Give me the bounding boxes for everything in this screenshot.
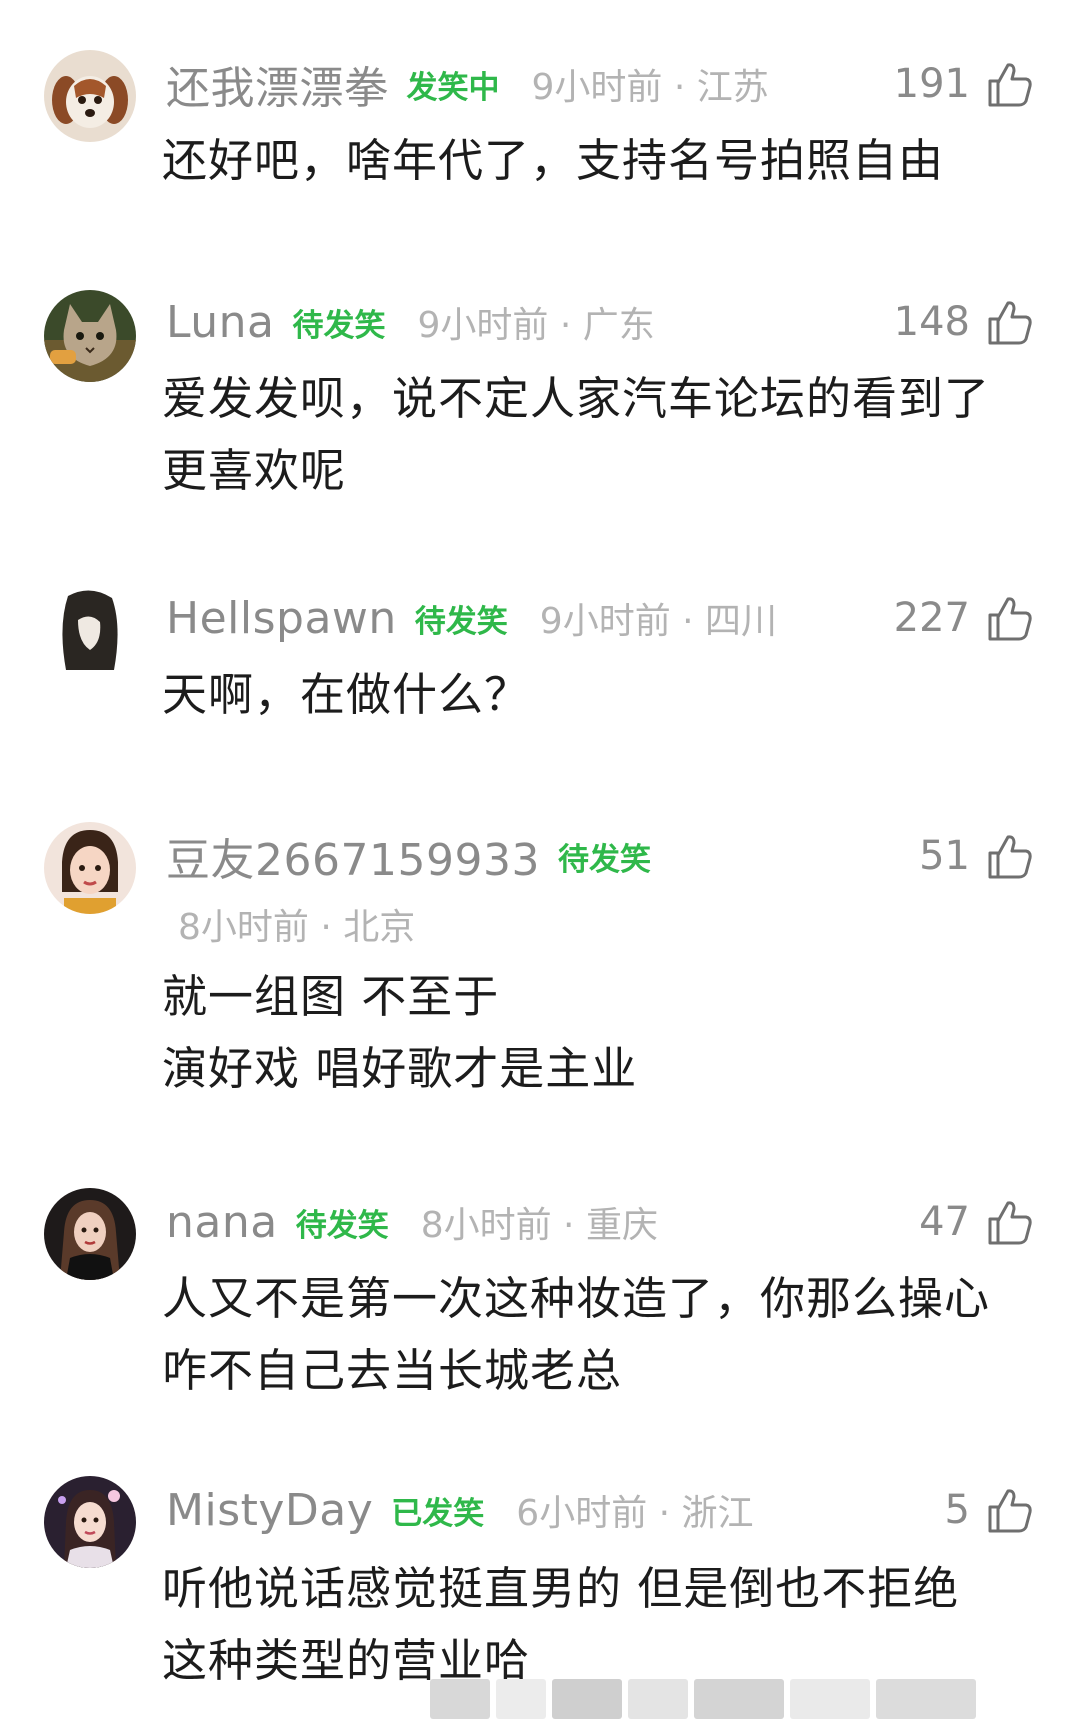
username[interactable]: 豆友2667159933 bbox=[166, 824, 540, 888]
comment-text: 爱发发呗，说不定人家汽车论坛的看到了 bbox=[162, 372, 991, 425]
like-count: 47 bbox=[919, 1199, 970, 1245]
username[interactable]: Hellspawn bbox=[166, 593, 397, 644]
thumbs-up-icon[interactable] bbox=[984, 1197, 1034, 1247]
like-button[interactable]: 191 bbox=[894, 54, 1034, 114]
status-badge: 待发笑 bbox=[292, 307, 386, 344]
username[interactable]: 还我漂漂拳 bbox=[166, 52, 389, 116]
thumbs-up-icon[interactable] bbox=[984, 831, 1034, 881]
like-button[interactable]: 227 bbox=[894, 588, 1034, 648]
cat-avatar-icon[interactable] bbox=[44, 290, 136, 382]
comment-text: 天啊，在做什么？ bbox=[162, 668, 531, 721]
comment-text: 人又不是第一次这种妆造了，你那么操心 bbox=[162, 1272, 991, 1325]
comment-meta: 还我漂漂拳 发笑中 9小时前 · 江苏 bbox=[166, 54, 769, 114]
blurred-overlay-strip bbox=[430, 1676, 1050, 1722]
status-badge: 待发笑 bbox=[557, 841, 651, 878]
comment-meta: MistyDay 已发笑 6小时前 · 浙江 bbox=[166, 1480, 754, 1540]
comment-text: 咋不自己去当长城老总 bbox=[162, 1344, 623, 1397]
status-badge: 待发笑 bbox=[414, 603, 508, 640]
status-badge: 发笑中 bbox=[406, 69, 500, 106]
username[interactable]: Luna bbox=[166, 297, 274, 348]
time-location: 9小时前 · 江苏 bbox=[531, 67, 769, 108]
status-badge: 待发笑 bbox=[295, 1207, 389, 1244]
comment-meta: 豆友2667159933 待发笑 bbox=[166, 826, 651, 886]
like-button[interactable]: 51 bbox=[919, 826, 1034, 886]
status-badge: 已发笑 bbox=[391, 1495, 485, 1532]
time-location: 9小时前 · 广东 bbox=[417, 305, 655, 346]
comment-text: 更喜欢呢 bbox=[162, 444, 347, 497]
like-button[interactable]: 5 bbox=[945, 1480, 1034, 1540]
comment-meta: Luna 待发笑 9小时前 · 广东 bbox=[166, 292, 655, 352]
username[interactable]: nana bbox=[166, 1197, 278, 1248]
like-count: 191 bbox=[893, 61, 970, 107]
like-count: 227 bbox=[893, 595, 970, 641]
blur-block bbox=[694, 1679, 784, 1719]
time-location: 8小时前 · 重庆 bbox=[420, 1205, 658, 1246]
blur-block bbox=[552, 1679, 622, 1719]
dog-avatar-icon[interactable] bbox=[44, 50, 136, 142]
like-count: 148 bbox=[893, 299, 970, 345]
thumbs-up-icon[interactable] bbox=[984, 297, 1034, 347]
thumbs-up-icon[interactable] bbox=[984, 59, 1034, 109]
time-location: 8小时前 · 北京 bbox=[178, 907, 416, 948]
blur-block bbox=[496, 1679, 546, 1719]
comment-text: 听他说话感觉挺直男的 但是倒也不拒绝 bbox=[162, 1562, 960, 1615]
comment-text: 演好戏 唱好歌才是主业 bbox=[162, 1042, 638, 1095]
comment-meta: nana 待发笑 8小时前 · 重庆 bbox=[166, 1192, 658, 1252]
comment-text: 就一组图 不至于 bbox=[162, 970, 500, 1023]
like-count: 51 bbox=[919, 833, 970, 879]
time-location: 9小时前 · 四川 bbox=[539, 601, 778, 642]
blur-block bbox=[876, 1679, 976, 1719]
time-location: 6小时前 · 浙江 bbox=[516, 1493, 754, 1534]
comment-text: 还好吧，啥年代了，支持名号拍照自由 bbox=[162, 134, 945, 187]
hooded-figure-avatar-icon[interactable] bbox=[44, 586, 136, 678]
woman-dark-portrait-avatar-icon[interactable] bbox=[44, 1188, 136, 1280]
thumbs-up-icon[interactable] bbox=[984, 593, 1034, 643]
like-button[interactable]: 148 bbox=[894, 292, 1034, 352]
woman-portrait-avatar-icon[interactable] bbox=[44, 822, 136, 914]
blur-block bbox=[790, 1679, 870, 1719]
like-count: 5 bbox=[944, 1487, 970, 1533]
like-button[interactable]: 47 bbox=[919, 1192, 1034, 1252]
username[interactable]: MistyDay bbox=[166, 1485, 373, 1536]
comment-feed: 还我漂漂拳 发笑中 9小时前 · 江苏 191 还好吧，啥年代了，支持名号拍照自… bbox=[0, 0, 1080, 1731]
woman-night-portrait-avatar-icon[interactable] bbox=[44, 1476, 136, 1568]
blur-block bbox=[628, 1679, 688, 1719]
blur-block bbox=[430, 1679, 490, 1719]
thumbs-up-icon[interactable] bbox=[984, 1485, 1034, 1535]
comment-meta: Hellspawn 待发笑 9小时前 · 四川 bbox=[166, 588, 777, 648]
